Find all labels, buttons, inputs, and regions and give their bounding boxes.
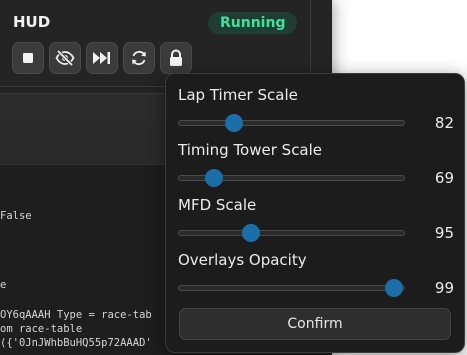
setting-label: Timing Tower Scale: [178, 141, 323, 159]
console-line: False: [0, 210, 32, 222]
setting-value: 99: [434, 279, 454, 297]
eye-off-icon: [55, 50, 75, 66]
hide-overlay-button[interactable]: [49, 42, 81, 74]
setting-value: 95: [434, 224, 454, 242]
lap-timer-scale-slider[interactable]: [178, 114, 405, 132]
console-line: e: [0, 279, 7, 291]
confirm-button[interactable]: Confirm: [179, 308, 451, 340]
slider-thumb[interactable]: [204, 169, 223, 187]
refresh-icon: [130, 49, 148, 67]
skip-forward-button[interactable]: [86, 42, 118, 74]
setting-label: Lap Timer Scale: [178, 86, 298, 104]
hud-title: HUD: [13, 13, 51, 31]
console-line: ({'0JnJWhbBuHQ55p72AAAD': [0, 337, 152, 349]
setting-overlays-opacity: Overlays Opacity 99: [178, 251, 456, 301]
timing-tower-scale-slider[interactable]: [178, 169, 405, 187]
status-badge: Running: [208, 12, 298, 34]
setting-value: 82: [434, 114, 454, 132]
stop-icon: [21, 51, 35, 65]
slider-thumb[interactable]: [384, 279, 403, 297]
slider-thumb[interactable]: [242, 224, 260, 242]
stop-button[interactable]: [12, 42, 44, 74]
lock-icon: [168, 49, 184, 67]
console-line: OY6qAAAH Type = race-tab: [0, 309, 152, 321]
hud-toolbar: [12, 42, 192, 74]
skip-forward-icon: [92, 51, 112, 65]
slider-thumb[interactable]: [225, 114, 244, 132]
refresh-button[interactable]: [123, 42, 155, 74]
setting-label: Overlays Opacity: [178, 251, 307, 269]
console-line: om race-table: [0, 323, 83, 335]
setting-lap-timer-scale: Lap Timer Scale 82: [178, 86, 456, 136]
setting-timing-tower-scale: Timing Tower Scale 69: [178, 141, 456, 191]
setting-mfd-scale: MFD Scale 95: [178, 196, 456, 246]
mfd-scale-slider[interactable]: [178, 224, 405, 242]
setting-label: MFD Scale: [178, 196, 257, 214]
hud-settings-popup: Lap Timer Scale 82 Timing Tower Scale 69…: [165, 73, 465, 353]
overlays-opacity-slider[interactable]: [178, 279, 405, 297]
setting-value: 69: [434, 169, 454, 187]
lock-button[interactable]: [160, 42, 192, 74]
